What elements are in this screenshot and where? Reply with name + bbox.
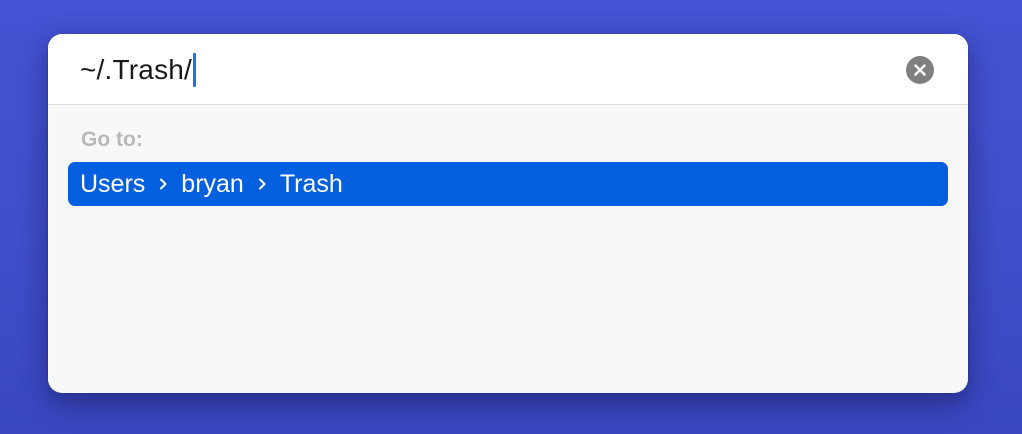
xmark-icon bbox=[914, 64, 926, 76]
chevron-right-icon bbox=[145, 162, 181, 206]
go-to-folder-dialog: ~/.Trash/ Go to: Users bryan Trash bbox=[48, 34, 968, 393]
text-caret bbox=[193, 53, 197, 87]
clear-button[interactable] bbox=[906, 56, 934, 84]
path-bar: ~/.Trash/ bbox=[48, 34, 968, 105]
go-to-label: Go to: bbox=[81, 128, 143, 151]
path-segment-trash: Trash bbox=[279, 169, 343, 198]
path-segment-users: Users bbox=[80, 169, 146, 198]
path-input-text: ~/.Trash/ bbox=[80, 54, 193, 85]
path-segment-bryan: bryan bbox=[181, 169, 244, 198]
suggestion-row-selected[interactable]: Users bryan Trash bbox=[68, 162, 948, 206]
path-input[interactable]: ~/.Trash/ bbox=[80, 50, 197, 90]
chevron-right-icon bbox=[244, 162, 280, 206]
